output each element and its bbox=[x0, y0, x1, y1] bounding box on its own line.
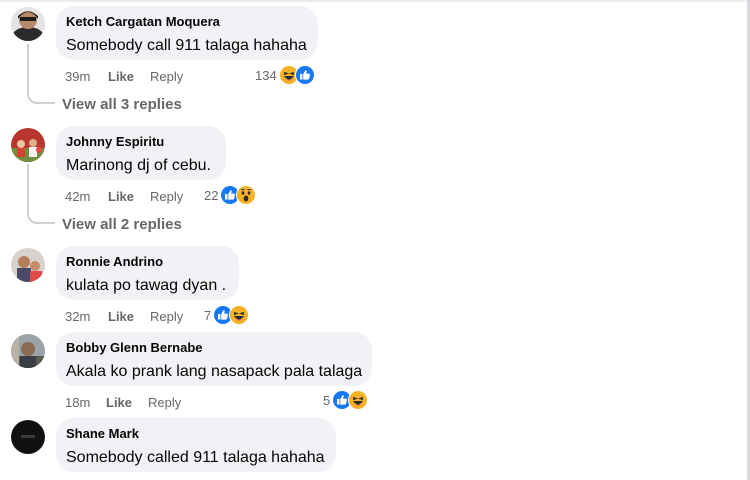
reaction-summary[interactable]: 134 bbox=[255, 65, 315, 85]
view-replies-link[interactable]: View all 2 replies bbox=[62, 215, 182, 235]
comment-text: Somebody call 911 talaga hahaha bbox=[66, 37, 307, 54]
haha-icon bbox=[348, 390, 369, 410]
thread-connector bbox=[27, 92, 55, 104]
reaction-count: 22 bbox=[204, 187, 219, 203]
reaction-count: 134 bbox=[255, 67, 277, 83]
reply-button[interactable]: Reply bbox=[148, 393, 181, 413]
comment-timestamp[interactable]: 42m bbox=[65, 187, 90, 207]
reply-button[interactable]: Reply bbox=[150, 307, 183, 327]
reaction-summary[interactable]: 7 bbox=[204, 305, 250, 325]
comment-text: Akala ko prank lang nasapack pala talaga bbox=[66, 363, 363, 380]
comment-author[interactable]: Ronnie Andrino bbox=[66, 254, 228, 270]
avatar[interactable] bbox=[11, 128, 45, 162]
comment-timestamp[interactable]: 39m bbox=[65, 67, 90, 87]
comment-text: Marinong dj of cebu. bbox=[66, 157, 211, 174]
reaction-summary[interactable]: 5 bbox=[323, 390, 369, 410]
avatar[interactable] bbox=[11, 420, 45, 454]
comment-timestamp[interactable]: 18m bbox=[65, 393, 90, 413]
avatar[interactable] bbox=[11, 334, 45, 368]
avatar[interactable] bbox=[11, 248, 45, 282]
comment-bubble: Johnny Espiritu Marinong dj of cebu. bbox=[56, 126, 226, 180]
like-icon bbox=[294, 65, 315, 85]
reaction-summary[interactable]: 22 bbox=[204, 185, 257, 205]
reaction-count: 5 bbox=[323, 392, 331, 408]
comment-bubble: Bobby Glenn Bernabe Akala ko prank lang … bbox=[56, 332, 372, 386]
reaction-count: 7 bbox=[204, 307, 212, 323]
comment-text: Somebody called 911 talaga hahaha bbox=[66, 449, 325, 466]
haha-icon bbox=[229, 305, 250, 325]
like-button[interactable]: Like bbox=[106, 393, 132, 413]
comment-bubble: Ketch Cargatan Moquera Somebody call 911… bbox=[56, 6, 318, 60]
wow-icon bbox=[236, 185, 257, 205]
comment-author[interactable]: Johnny Espiritu bbox=[66, 134, 215, 150]
comment-bubble: Shane Mark Somebody called 911 talaga ha… bbox=[56, 418, 336, 472]
top-border bbox=[0, 0, 750, 2]
like-button[interactable]: Like bbox=[108, 307, 134, 327]
like-button[interactable]: Like bbox=[108, 187, 134, 207]
comment-timestamp[interactable]: 32m bbox=[65, 307, 90, 327]
comment-text: kulata po tawag dyan . bbox=[66, 277, 227, 294]
thread-line bbox=[27, 164, 29, 214]
reply-button[interactable]: Reply bbox=[150, 67, 183, 87]
comment-author[interactable]: Ketch Cargatan Moquera bbox=[66, 14, 307, 30]
comment-author[interactable]: Shane Mark bbox=[66, 426, 325, 442]
view-replies-link[interactable]: View all 3 replies bbox=[62, 95, 182, 115]
thread-connector bbox=[27, 212, 55, 224]
thread-line bbox=[27, 44, 29, 94]
comment-author[interactable]: Bobby Glenn Bernabe bbox=[66, 340, 361, 356]
reply-button[interactable]: Reply bbox=[150, 187, 183, 207]
avatar[interactable] bbox=[11, 7, 45, 41]
like-button[interactable]: Like bbox=[108, 67, 134, 87]
comment-bubble: Ronnie Andrino kulata po tawag dyan . bbox=[56, 246, 239, 300]
